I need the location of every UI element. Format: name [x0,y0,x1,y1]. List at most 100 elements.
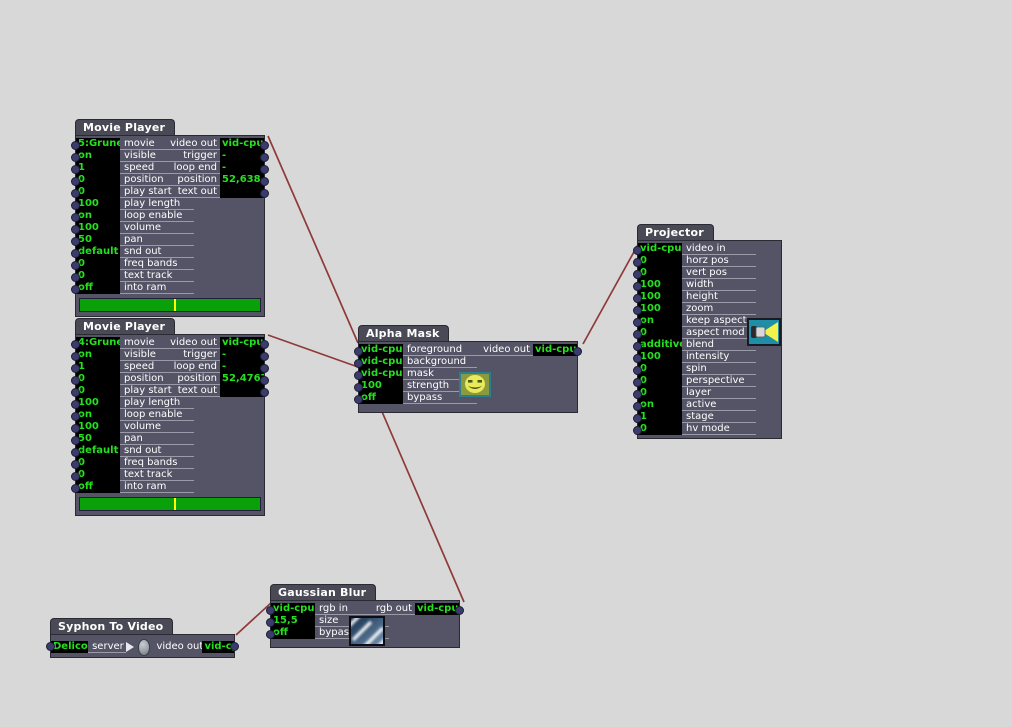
node-projector[interactable]: Projector vid-cpu video in 0 horz pos 0 ver… [633,221,782,439]
port-in-horz-pos[interactable] [633,258,642,267]
port-in-foreground[interactable] [354,347,363,356]
node-syphon-to-video[interactable]: Syphon To Video Delicode server video ou… [46,615,239,658]
node-body-syphon-to-video[interactable]: Delicode server video out vid-cpu [46,634,239,658]
play-triangle-icon[interactable] [126,642,135,652]
value-text-out[interactable] [220,385,264,397]
port-in-loop-enable[interactable] [71,213,80,222]
port-out-video-out[interactable] [573,347,582,356]
port-in-freq-bands[interactable] [71,460,80,469]
patch-canvas[interactable]: Movie Player 5:Grune movie on visible 1 spe… [0,0,1012,727]
port-in-strength[interactable] [354,383,363,392]
playhead-progress-bar-1[interactable] [79,298,261,312]
value-position[interactable]: 0 [76,174,120,186]
port-in-speed[interactable] [71,364,80,373]
value-layer[interactable]: 0 [638,387,682,399]
node-title-movie-player-2[interactable]: Movie Player [75,318,176,334]
port-in-snd-out[interactable] [71,448,80,457]
value-aspect-mod[interactable]: 0 [638,327,682,339]
node-body-alpha-mask[interactable]: vid-cpu foreground vid-cpu background vid-… [354,341,582,413]
node-body-gaussian-blur[interactable]: vid-cpu rgb in 15,5 size off bypass rgb out… [266,600,464,652]
value-height[interactable]: 100 [638,291,682,303]
port-in-pan[interactable] [71,237,80,246]
value-spin[interactable]: 0 [638,363,682,375]
node-body-movie-player-1[interactable]: 5:Grune movie on visible 1 speed 0 position … [71,135,269,317]
value-volume[interactable]: 100 [76,421,120,433]
value-horz-pos[interactable]: 0 [638,255,682,267]
value-snd-out[interactable]: default [76,445,120,457]
value-loop-end[interactable]: - [220,162,264,174]
value-video-out[interactable]: vid-cpu [533,344,577,356]
port-in-spin[interactable] [633,366,642,375]
syphon-knob-icon[interactable] [138,638,151,656]
port-in-blend[interactable] [633,342,642,351]
port-in-movie[interactable] [71,141,80,150]
value-text-track[interactable]: 0 [76,469,120,481]
port-in-freq-bands[interactable] [71,261,80,270]
theater-mask-icon[interactable] [459,372,491,397]
value-into-ram[interactable]: off [76,481,120,493]
port-in-width[interactable] [633,282,642,291]
value-zoom[interactable]: 100 [638,303,682,315]
port-in-rgb-in[interactable] [266,606,275,615]
value-position[interactable]: 0 [76,373,120,385]
value-active[interactable]: on [638,399,682,411]
port-in-video-in[interactable] [633,246,642,255]
value-trigger[interactable]: - [220,349,264,361]
value-position-out[interactable]: 52,638 [220,174,264,186]
node-title-gaussian-blur[interactable]: Gaussian Blur [270,584,377,600]
blur-preview-icon[interactable] [343,612,393,652]
value-video-out[interactable]: vid-cpu [220,337,264,349]
port-in-vert-pos[interactable] [633,270,642,279]
port-in-position[interactable] [71,376,80,385]
node-title-syphon-to-video[interactable]: Syphon To Video [50,618,174,634]
port-in-background[interactable] [354,359,363,368]
value-text-track[interactable]: 0 [76,270,120,282]
node-title-projector[interactable]: Projector [637,224,714,240]
value-position-out[interactable]: 52,4767 [220,373,264,385]
value-movie[interactable]: 5:Grune [76,138,120,150]
value-server[interactable]: Delicode [51,641,89,653]
node-body-movie-player-2[interactable]: 4:Grune movie on visible 1 speed 0 position … [71,334,269,516]
port-in-text-track[interactable] [71,472,80,481]
value-mask[interactable]: vid-cpu [359,368,403,380]
port-in-bypass[interactable] [354,395,363,404]
value-perspective[interactable]: 0 [638,375,682,387]
port-in-speed[interactable] [71,165,80,174]
value-freq-bands[interactable]: 0 [76,457,120,469]
value-bypass[interactable]: off [359,392,403,404]
port-out-text-out[interactable] [260,388,269,397]
port-out-video-out[interactable] [230,642,239,651]
port-in-intensity[interactable] [633,354,642,363]
port-in-layer[interactable] [633,390,642,399]
port-in-volume[interactable] [71,225,80,234]
port-in-hv-mode[interactable] [633,426,642,435]
port-out-video-out[interactable] [260,141,269,150]
value-pan[interactable]: 50 [76,234,120,246]
value-strength[interactable]: 100 [359,380,403,392]
value-into-ram[interactable]: off [76,282,120,294]
value-bypass[interactable]: off [271,627,315,639]
node-title-alpha-mask[interactable]: Alpha Mask [358,325,450,341]
value-freq-bands[interactable]: 0 [76,258,120,270]
port-out-video-out[interactable] [260,340,269,349]
port-in-volume[interactable] [71,424,80,433]
port-out-trigger[interactable] [260,153,269,162]
port-in-into-ram[interactable] [71,484,80,493]
value-play-length[interactable]: 100 [76,198,120,210]
port-in-mask[interactable] [354,371,363,380]
port-in-movie[interactable] [71,340,80,349]
port-in-text-track[interactable] [71,273,80,282]
port-in-loop-enable[interactable] [71,412,80,421]
value-speed[interactable]: 1 [76,361,120,373]
port-in-visible[interactable] [71,352,80,361]
value-play-start[interactable]: 0 [76,385,120,397]
node-movie-player-2[interactable]: Movie Player 4:Grune movie on visible 1 spe… [71,315,269,516]
value-play-start[interactable]: 0 [76,186,120,198]
port-in-snd-out[interactable] [71,249,80,258]
value-intensity[interactable]: 100 [638,351,682,363]
port-in-server[interactable] [46,642,55,651]
value-loop-enable[interactable]: on [76,409,120,421]
port-in-play-length[interactable] [71,201,80,210]
port-in-play-start[interactable] [71,189,80,198]
value-speed[interactable]: 1 [76,162,120,174]
